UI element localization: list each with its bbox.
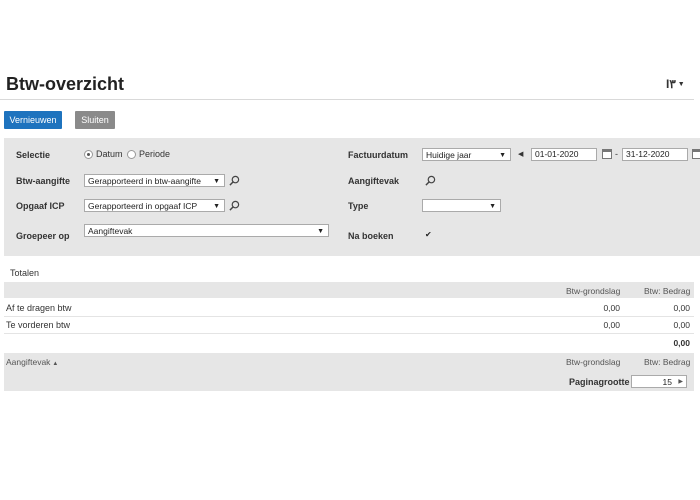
sort-asc-icon: ▲	[52, 361, 59, 367]
detail-col-aangiftevak[interactable]: Aangiftevak ▲	[6, 357, 58, 367]
totals-row-label: Te vorderen btw	[6, 320, 71, 330]
chevron-right-icon: ▶	[678, 379, 683, 385]
detail-col-aangiftevak-label: Aangiftevak	[6, 357, 51, 367]
groepeer-op-select[interactable]: Aangiftevak ▼	[84, 224, 329, 237]
totals-sum: 0,00	[673, 338, 690, 348]
row-divider	[4, 333, 694, 334]
totals-section-label: Totalen	[10, 268, 40, 278]
totals-row-bedrag: 0,00	[673, 320, 690, 330]
btw-aangifte-select[interactable]: Gerapporteerd in btw-aangifte ▼	[84, 174, 225, 187]
close-button[interactable]: Sluiten	[75, 111, 115, 129]
radio-unchecked-icon	[127, 150, 136, 160]
factuurdatum-select[interactable]: Huidige jaar ▼	[422, 148, 511, 161]
date-from-input[interactable]: 01-01-2020	[531, 148, 597, 161]
chevron-down-icon: ▼	[213, 178, 220, 185]
totals-col-grondslag: Btw-grondslag	[566, 286, 621, 296]
totals-row-bedrag: 0,00	[673, 303, 690, 313]
opgaaf-icp-label: Opgaaf ICP	[16, 201, 65, 211]
radio-datum[interactable]: Datum	[84, 149, 123, 160]
btw-aangifte-value: Gerapporteerd in btw-aangifte	[88, 176, 201, 186]
title-divider	[0, 99, 694, 100]
chevron-down-icon: ▼	[677, 81, 685, 89]
chevron-down-icon: ▼	[499, 152, 506, 159]
page-size-label: Paginagrootte	[569, 377, 630, 387]
radio-datum-label: Datum	[96, 149, 123, 159]
detail-col-bedrag: Btw: Bedrag	[644, 357, 691, 367]
radio-checked-icon	[84, 150, 93, 160]
aangiftevak-filter-label: Aangiftevak	[348, 176, 400, 186]
totals-row-label: Af te dragen btw	[6, 303, 72, 313]
totals-row-grondslag: 0,00	[603, 320, 620, 330]
calendar-icon[interactable]	[692, 149, 700, 159]
chevron-down-icon: ▼	[489, 203, 496, 210]
settings-menu-button[interactable]: I٣ ▼	[666, 77, 685, 91]
groepeer-op-label: Groepeer op	[16, 231, 70, 241]
na-boeken-label: Na boeken	[348, 231, 394, 241]
date-to-input[interactable]: 31-12-2020	[622, 148, 688, 161]
calendar-icon[interactable]	[602, 149, 612, 159]
date-separator: -	[615, 149, 618, 159]
search-icon[interactable]	[229, 175, 240, 186]
previous-period-icon[interactable]: ◀	[518, 150, 523, 158]
btw-aangifte-label: Btw-aangifte	[16, 176, 70, 186]
row-divider	[4, 316, 694, 317]
search-icon[interactable]	[229, 200, 240, 211]
opgaaf-icp-select[interactable]: Gerapporteerd in opgaaf ICP ▼	[84, 199, 225, 212]
totals-col-bedrag: Btw: Bedrag	[644, 286, 691, 296]
factuurdatum-value: Huidige jaar	[426, 150, 472, 160]
na-boeken-checkbox[interactable]: ✔	[425, 231, 433, 239]
chevron-down-icon: ▼	[317, 228, 324, 235]
totals-row-grondslag: 0,00	[603, 303, 620, 313]
selectie-label: Selectie	[16, 150, 51, 160]
type-select[interactable]: ▼	[422, 199, 501, 212]
settings-label: I٣	[666, 77, 676, 91]
factuurdatum-label: Factuurdatum	[348, 150, 409, 160]
type-label: Type	[348, 201, 369, 211]
page-size-stepper[interactable]: 15 ▶	[631, 375, 687, 388]
page-title: Btw-overzicht	[6, 74, 125, 94]
radio-periode[interactable]: Periode	[127, 149, 171, 160]
search-icon[interactable]	[425, 175, 436, 186]
detail-col-grondslag: Btw-grondslag	[566, 357, 621, 367]
radio-periode-label: Periode	[139, 149, 171, 159]
chevron-down-icon: ▼	[213, 203, 220, 210]
page-size-value: 15	[662, 377, 672, 387]
refresh-button[interactable]: Vernieuwen	[4, 111, 62, 129]
groepeer-op-value: Aangiftevak	[88, 226, 133, 236]
opgaaf-icp-value: Gerapporteerd in opgaaf ICP	[88, 201, 198, 211]
